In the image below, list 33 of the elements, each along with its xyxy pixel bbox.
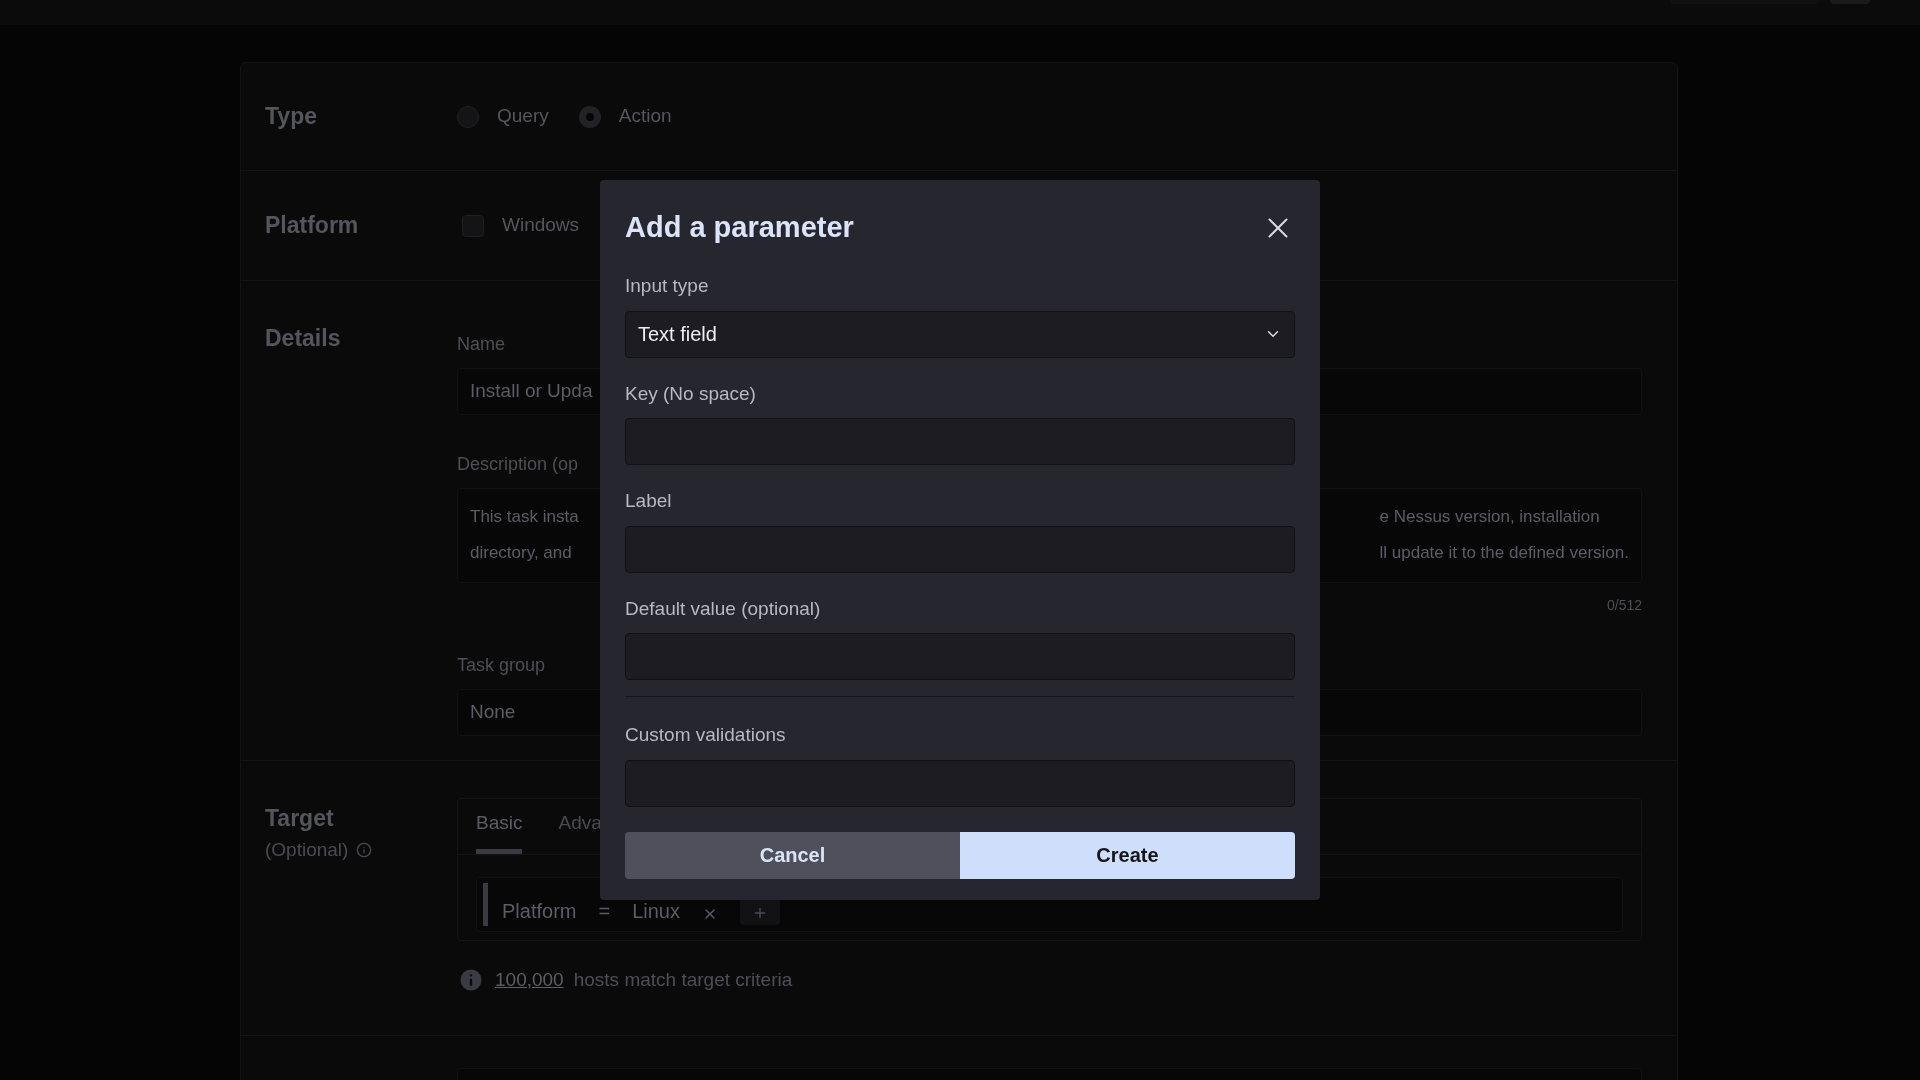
section-title: Details bbox=[265, 324, 342, 353]
field-label: Description (op bbox=[457, 453, 579, 476]
match-text: hosts match target criteria bbox=[573, 968, 793, 992]
radio-button[interactable] bbox=[457, 105, 479, 128]
field-label: Name bbox=[457, 333, 505, 356]
field-label: Task group bbox=[457, 654, 546, 677]
radio-label: Query bbox=[497, 104, 549, 129]
text-field[interactable] bbox=[625, 418, 1295, 465]
field-label: Default value (optional) bbox=[625, 596, 821, 621]
section-title: Type bbox=[265, 102, 318, 132]
field-label: Label bbox=[625, 489, 672, 513]
text-field[interactable] bbox=[625, 633, 1295, 680]
field-label: Input type bbox=[625, 274, 709, 298]
info-icon bbox=[356, 841, 373, 858]
radio-label: Action bbox=[618, 104, 672, 129]
cancel-button[interactable]: Cancel bbox=[625, 831, 960, 879]
create-button[interactable]: Create bbox=[960, 831, 1295, 879]
field-label: Custom validations bbox=[625, 723, 786, 747]
character-counter: 0/512 bbox=[1606, 596, 1642, 615]
input-type-select[interactable]: Text field bbox=[625, 310, 1295, 358]
checkbox[interactable] bbox=[462, 214, 484, 237]
section-title: Platform bbox=[265, 211, 360, 241]
field-label: Key (No space) bbox=[625, 381, 756, 406]
checkbox-label: Windows bbox=[502, 213, 580, 238]
host-count-link[interactable]: 100,000 bbox=[495, 966, 564, 995]
dialog-title: Add a parameter bbox=[625, 210, 854, 246]
radio-button[interactable] bbox=[578, 105, 601, 128]
tab[interactable]: Adva bbox=[558, 808, 602, 854]
text-field[interactable] bbox=[625, 759, 1295, 807]
section-subtitle: (Optional) bbox=[265, 837, 349, 862]
tab[interactable]: Basic bbox=[476, 808, 523, 854]
text-field[interactable] bbox=[625, 525, 1295, 573]
section-title: Target bbox=[265, 804, 335, 833]
